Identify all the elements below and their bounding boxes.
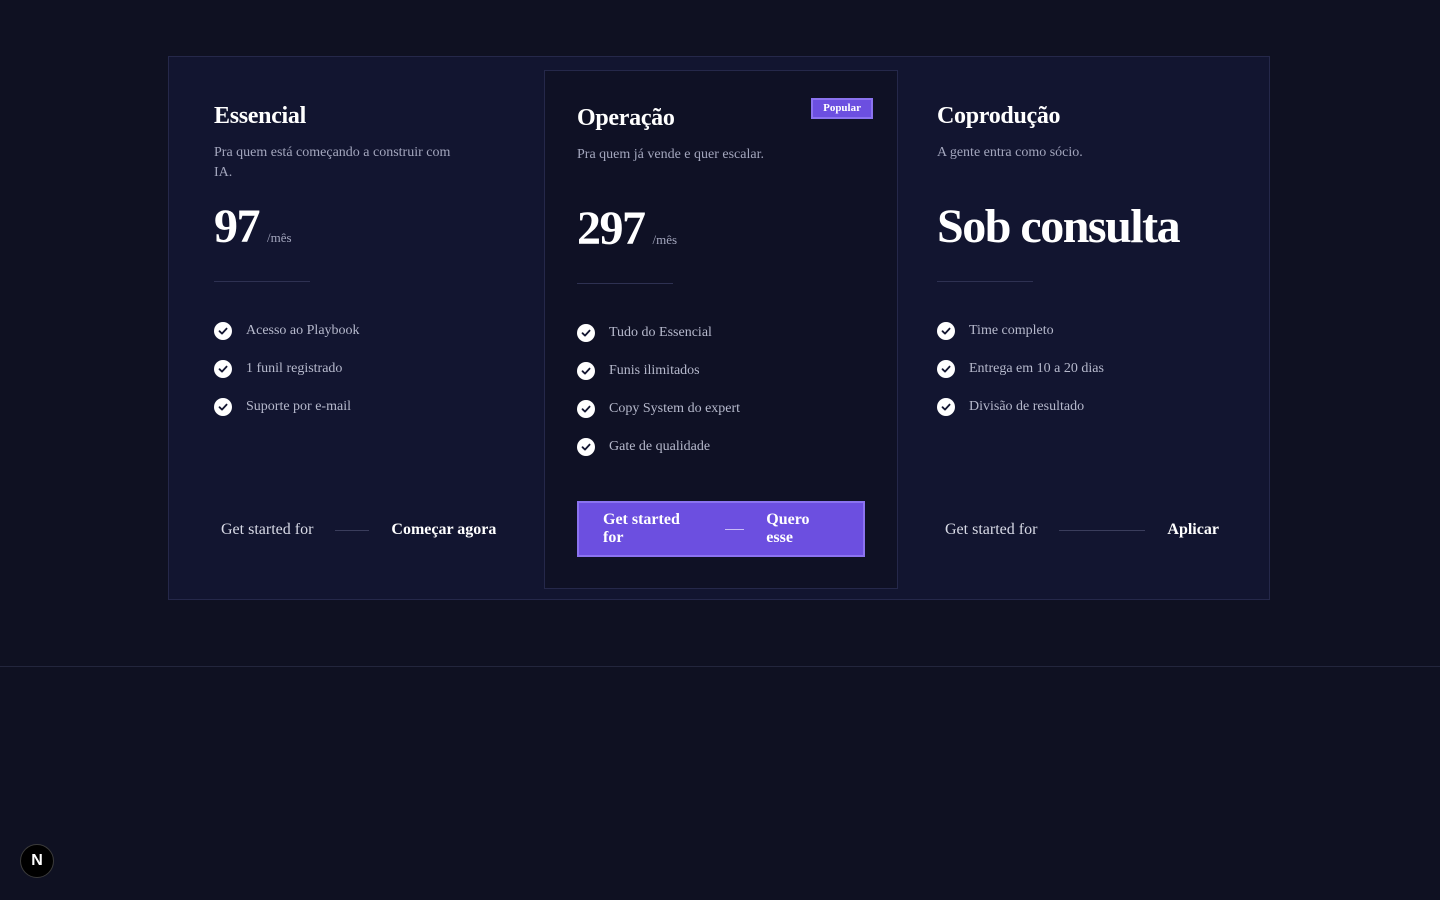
feature-item: Entrega em 10 a 20 dias (937, 350, 1257, 388)
feature-item: Funis ilimitados (577, 352, 873, 390)
feature-label: Suporte por e-mail (246, 399, 351, 414)
feature-item: Tudo do Essencial (577, 314, 873, 352)
plan-title: Essencial (214, 103, 306, 129)
feature-label: Gate de qualidade (609, 439, 711, 454)
plan-price: Sob consulta (937, 200, 1181, 253)
cta-divider (724, 528, 745, 530)
check-icon (577, 438, 595, 456)
feature-label: Tudo do Essencial (609, 325, 712, 340)
cta-divider (335, 529, 370, 531)
plan-title: Coprodução (937, 103, 1061, 129)
price-row: Sob consulta (937, 199, 1257, 259)
feature-label: Copy System do expert (609, 401, 741, 416)
feature-item: Acesso ao Playbook (214, 312, 534, 350)
cta-lead: Get started for (945, 521, 1038, 538)
plan-card-operacao: Popular Operação Pra quem já vende e que… (544, 70, 898, 589)
divider (577, 283, 673, 284)
feature-list: Acesso ao Playbook 1 funil registrado Su… (214, 312, 534, 426)
check-icon (214, 360, 232, 378)
start-operacao-button[interactable]: Get started for Quero esse (577, 501, 865, 557)
pricing-section: Essencial Pra quem está começando a cons… (168, 56, 1270, 600)
plan-description: A gente entra como sócio. (937, 145, 1083, 160)
check-icon (577, 362, 595, 380)
check-icon (937, 360, 955, 378)
feature-item: Divisão de resultado (937, 388, 1257, 426)
check-icon (937, 398, 955, 416)
feature-label: Divisão de resultado (969, 399, 1085, 414)
footer-divider (0, 666, 1440, 667)
feature-label: 1 funil registrado (246, 361, 343, 376)
check-icon (577, 400, 595, 418)
check-icon (214, 398, 232, 416)
divider (937, 281, 1033, 282)
nextjs-logo-icon[interactable]: N (20, 844, 54, 878)
feature-label: Acesso ao Playbook (246, 323, 360, 338)
start-essencial-button[interactable]: Get started for Começar agora (221, 502, 521, 558)
cta-lead: Get started for (221, 521, 314, 538)
plan-card-coproducao: Coprodução A gente entra como sócio. Sob… (937, 101, 1257, 426)
plan-period: /mês (652, 232, 678, 247)
plan-price: 97 (214, 200, 261, 253)
divider (214, 281, 310, 282)
feature-list: Tudo do Essencial Funis ilimitados Copy … (577, 314, 873, 466)
feature-label: Entrega em 10 a 20 dias (969, 361, 1104, 376)
cta-action: Aplicar (1167, 521, 1219, 538)
feature-item: Time completo (937, 312, 1257, 350)
feature-list: Time completo Entrega em 10 a 20 dias Di… (937, 312, 1257, 426)
plan-description: Pra quem já vende e quer escalar. (577, 147, 764, 162)
feature-item: Gate de qualidade (577, 428, 873, 466)
feature-item: Suporte por e-mail (214, 388, 534, 426)
feature-label: Time completo (969, 323, 1054, 338)
feature-item: 1 funil registrado (214, 350, 534, 388)
cta-action: Começar agora (391, 521, 497, 538)
cta-divider (1059, 529, 1146, 531)
plan-price: 297 (577, 202, 646, 255)
check-icon (937, 322, 955, 340)
dev-indicator-label: N (31, 852, 43, 869)
feature-item: Copy System do expert (577, 390, 873, 428)
cta-lead: Get started for (603, 511, 680, 546)
feature-label: Funis ilimitados (609, 363, 700, 378)
plan-description: Pra quem está começando a construir com … (214, 145, 451, 180)
price-row: 297 /mês (577, 201, 873, 261)
cta-action: Quero esse (766, 511, 810, 546)
plan-title: Operação (577, 105, 675, 131)
plan-card-essencial: Essencial Pra quem está começando a cons… (214, 101, 534, 426)
price-row: 97 /mês (214, 199, 534, 259)
apply-coproducao-button[interactable]: Get started for Aplicar (945, 502, 1245, 558)
check-icon (214, 322, 232, 340)
plan-period: /mês (267, 230, 292, 245)
check-icon (577, 324, 595, 342)
